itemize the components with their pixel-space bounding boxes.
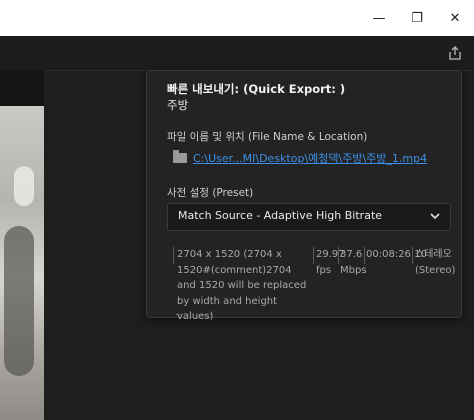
info-divider: [313, 247, 314, 264]
summary-fps: 29.97 fps: [316, 249, 345, 276]
panel-title: 빠른 내보내기: (Quick Export: ): [167, 82, 346, 96]
quick-export-button[interactable]: [446, 44, 464, 62]
info-divider: [173, 247, 174, 264]
chevron-down-icon: [430, 213, 440, 220]
share-export-icon: [449, 46, 461, 60]
close-button[interactable]: ✕: [436, 0, 474, 36]
summary-overflow-text: ... ... .....: [175, 308, 213, 317]
output-path-link[interactable]: C:\User...MI\Desktop\예청댁\주방\주방_1.mp4: [193, 150, 427, 166]
restore-button[interactable]: ❐: [398, 0, 436, 36]
file-section-label: 파일 이름 및 위치 (File Name & Location): [167, 131, 368, 143]
minimize-button[interactable]: —: [360, 0, 398, 36]
video-frame-detail: [4, 226, 34, 376]
info-divider: [338, 247, 339, 264]
info-divider: [412, 247, 413, 264]
video-frame-detail: [14, 166, 34, 206]
minimize-icon: —: [372, 10, 386, 26]
preset-section-label: 사전 설정 (Preset): [167, 187, 254, 199]
sequence-name: 주방: [167, 98, 189, 112]
summary-duration: 00:08:26:10: [366, 249, 428, 260]
summary-audio: 스테레오 (Stereo): [415, 249, 456, 276]
window-titlebar: — ❐ ✕: [0, 0, 474, 36]
folder-icon[interactable]: [173, 150, 187, 163]
preset-selected-value: Match Source - Adaptive High Bitrate: [178, 209, 383, 222]
top-toolbar: [0, 36, 474, 71]
preset-dropdown[interactable]: Match Source - Adaptive High Bitrate: [167, 203, 451, 231]
close-icon: ✕: [449, 10, 461, 26]
summary-bitrate: 37.6 Mbps: [340, 249, 367, 276]
info-divider: [364, 247, 365, 264]
video-preview: [0, 106, 44, 420]
quick-export-panel: 빠른 내보내기: (Quick Export: ) 주방 파일 이름 및 위치 …: [146, 70, 462, 322]
restore-icon: ❐: [411, 10, 423, 26]
